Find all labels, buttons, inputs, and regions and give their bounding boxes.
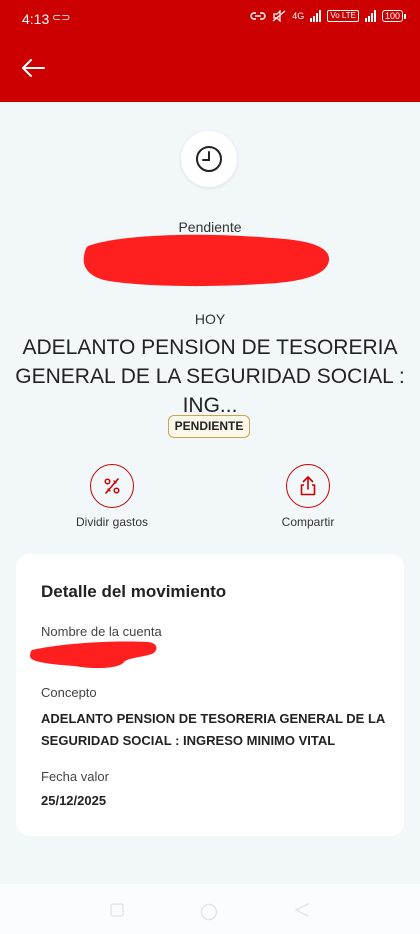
share-button[interactable]: Compartir (248, 464, 368, 529)
network-label: 4G (292, 11, 305, 21)
detail-title: Detalle del movimiento (41, 582, 227, 601)
back-nav-button[interactable] (294, 903, 310, 922)
back-button[interactable] (20, 56, 46, 80)
battery-icon: 100 (381, 10, 406, 22)
transaction-day: HOY (194, 311, 226, 327)
arrow-left-icon (22, 59, 45, 77)
link-icon (250, 12, 266, 20)
signal-icon (364, 10, 376, 22)
concept-value: ADELANTO PENSION DE TESORERIA GENERAL DE… (41, 711, 385, 748)
split-expenses-circle[interactable] (90, 464, 134, 508)
value-date-label: Fecha valor (41, 769, 109, 784)
detail-card: Detalle del movimiento Nombre de la cuen… (16, 554, 404, 836)
share-circle[interactable] (286, 464, 330, 508)
split-expenses-button[interactable]: Dividir gastos (52, 464, 172, 529)
signal-icon (310, 10, 322, 22)
split-expenses-label: Dividir gastos (75, 515, 149, 529)
share-label: Compartir (281, 515, 335, 529)
link-icon: ⊂⊃ (52, 12, 71, 24)
transaction-title: ADELANTO PENSION DE TESORERIA GENERAL DE… (15, 336, 405, 417)
concept-label: Concepto (41, 685, 97, 700)
value-date: 25/12/2025 (41, 793, 107, 808)
status-badge: PENDIENTE (168, 415, 250, 438)
triangle-icon (295, 903, 309, 917)
mute-icon (272, 10, 286, 22)
recent-apps-button[interactable] (110, 903, 124, 922)
battery-level: 100 (381, 10, 403, 22)
share-icon (300, 476, 316, 496)
app-header: 4:13 ⊂⊃ 4G Vo LTE 100 (0, 0, 420, 102)
square-icon (110, 903, 124, 917)
status-time: 4:13 (22, 11, 50, 27)
pending-status-icon (181, 131, 237, 187)
redacted-amount (83, 234, 330, 287)
percent-split-icon (104, 478, 120, 494)
volte-label: Vo LTE (327, 10, 359, 22)
circle-icon (200, 903, 218, 921)
redacted-account-name (30, 641, 157, 669)
status-icons: 4G Vo LTE 100 (250, 10, 406, 22)
clock-icon (196, 146, 222, 172)
home-button[interactable] (200, 903, 218, 926)
